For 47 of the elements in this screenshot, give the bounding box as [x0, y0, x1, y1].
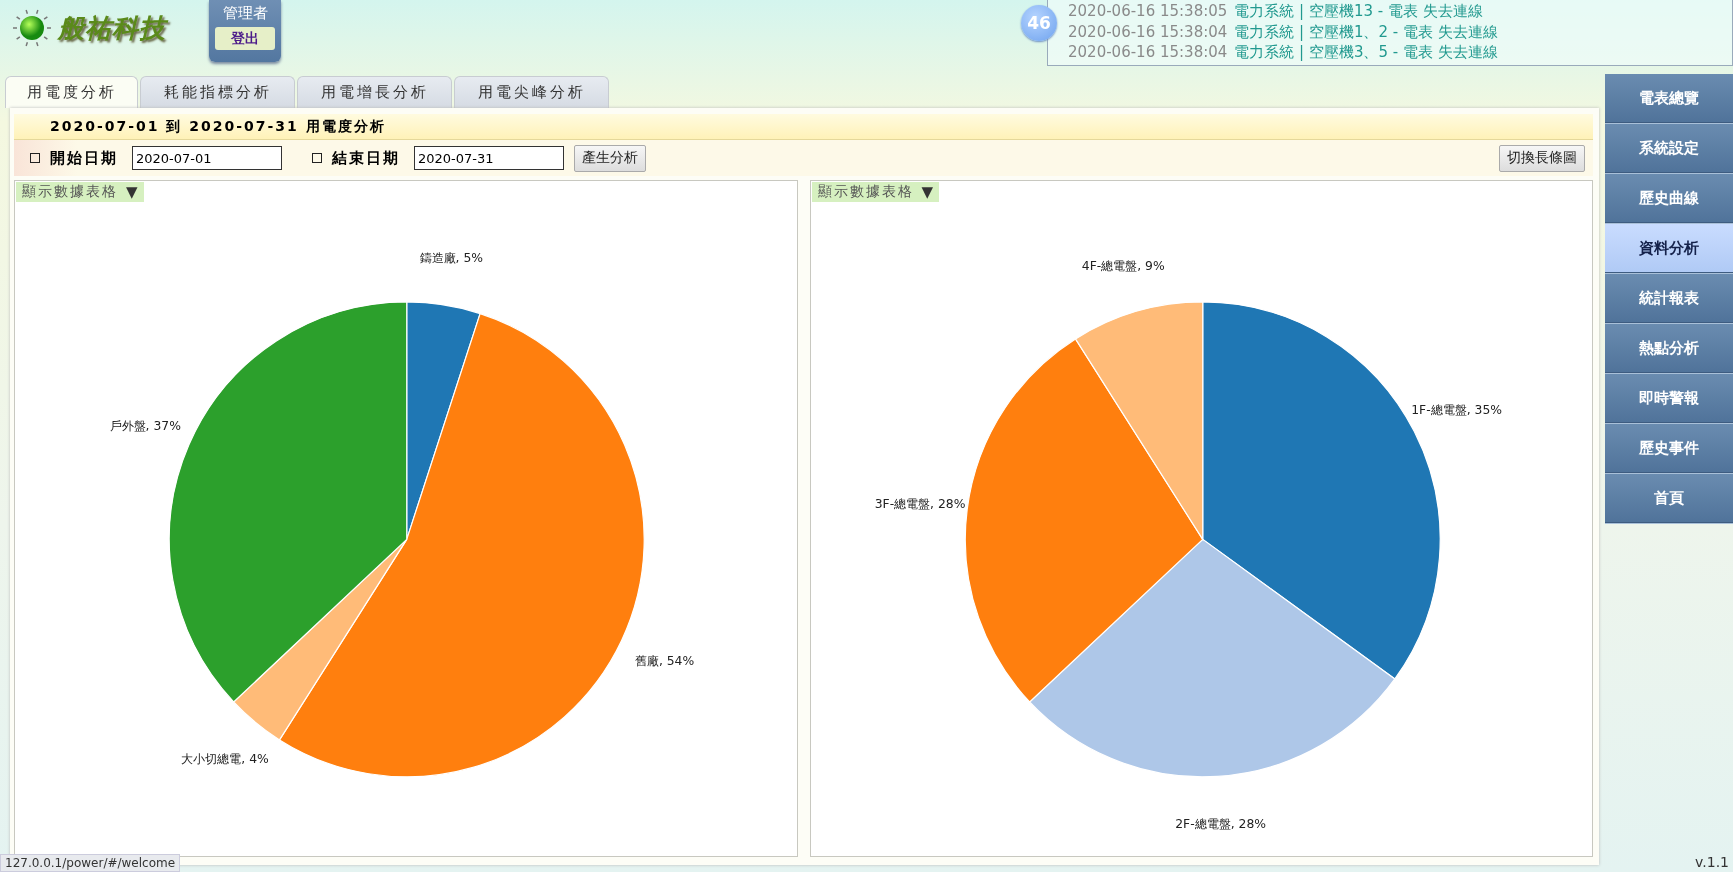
sidebar-item[interactable]: 資料分析 [1605, 224, 1733, 273]
slice-label: 舊廠, 54% [634, 653, 695, 668]
notification-time: 2020-06-16 15:38:04 [1068, 21, 1228, 42]
caret-icon: ▼ [126, 183, 138, 201]
slice-label: 戶外盤, 37% [109, 419, 181, 434]
end-date-field[interactable]: 2020-07-31 [414, 146, 564, 170]
notification-time: 2020-06-16 15:38:05 [1068, 1, 1228, 22]
generate-button[interactable]: 產生分析 [574, 144, 646, 172]
status-url: 127.0.0.1/power/#/welcome [0, 854, 181, 872]
notification-time: 2020-06-16 15:38:04 [1068, 42, 1228, 63]
sidebar-item[interactable]: 統計報表 [1605, 274, 1733, 323]
show-table-toggle[interactable]: 顯示數據表格 ▼ [16, 182, 144, 202]
toggle-label: 顯示數據表格 [817, 183, 914, 201]
user-role: 管理者 [222, 4, 268, 23]
notification-text: 電力系統 | 空壓機3、5 - 電表 失去連線 [1234, 42, 1498, 63]
sidebar-item[interactable]: 系統設定 [1605, 124, 1733, 173]
checkbox-icon [30, 153, 40, 163]
sidebar-item[interactable]: 首頁 [1605, 474, 1733, 523]
start-date-field[interactable]: 2020-07-01 [132, 146, 282, 170]
slice-label: 3F-總電盤, 28% [874, 496, 965, 511]
sidebar-item[interactable]: 電表總覽 [1605, 74, 1733, 123]
sidebar-item[interactable]: 即時警報 [1605, 374, 1733, 423]
show-table-toggle[interactable]: 顯示數據表格 ▼ [811, 182, 940, 202]
tab[interactable]: 用電度分析 [5, 76, 138, 108]
slice-label: 4F-總電盤, 9% [1081, 258, 1165, 273]
checkbox-icon [312, 153, 322, 163]
slice-label: 2F-總電盤, 28% [1174, 816, 1266, 831]
tab[interactable]: 耗能指標分析 [140, 76, 295, 108]
slice-label: 鑄造廠, 5% [419, 250, 484, 265]
sidebar-item[interactable]: 熱點分析 [1605, 324, 1733, 373]
toggle-label: 顯示數據表格 [22, 183, 118, 201]
globe-logo-icon [12, 8, 52, 48]
tab[interactable]: 用電尖峰分析 [454, 76, 609, 108]
slice-label: 大小切總電, 4% [181, 751, 269, 766]
version-text: v.1.1 [1695, 854, 1729, 870]
notification-text: 電力系統 | 空壓機13 - 電表 失去連線 [1234, 1, 1483, 22]
logout-button[interactable]: 登出 [215, 27, 275, 50]
tab[interactable]: 用電增長分析 [297, 76, 452, 108]
sidebar-item[interactable]: 歷史曲線 [1605, 174, 1733, 223]
title-bar: 2020-07-01 到 2020-07-31 用電度分析 [14, 114, 1593, 140]
notification-text: 電力系統 | 空壓機1、2 - 電表 失去連線 [1234, 21, 1498, 42]
caret-icon: ▼ [921, 183, 934, 201]
start-date-label: 開始日期 [50, 148, 118, 168]
sidebar-item[interactable]: 歷史事件 [1605, 424, 1733, 473]
switch-chart-button[interactable]: 切換長條圖 [1499, 144, 1585, 172]
end-date-label: 結束日期 [332, 148, 400, 168]
slice-label: 1F-總電盤, 35% [1410, 403, 1502, 417]
